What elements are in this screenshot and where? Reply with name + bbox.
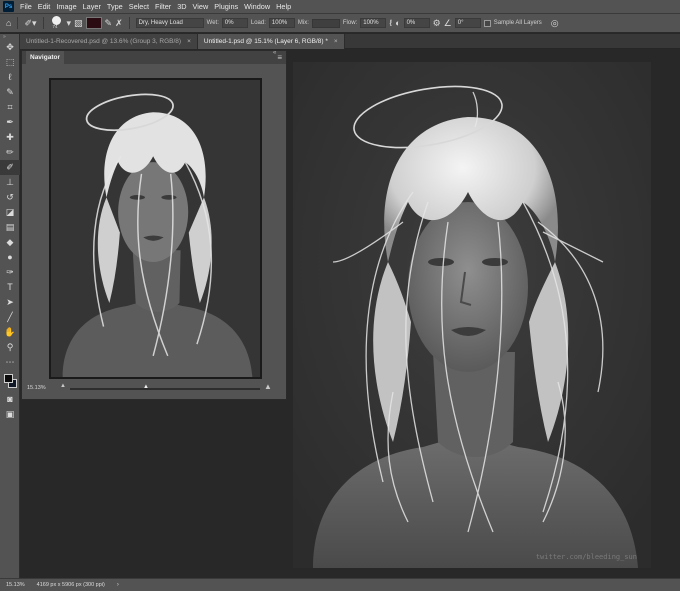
clone-stamp-tool-icon[interactable]: ⊥ (0, 175, 20, 190)
menu-filter[interactable]: Filter (152, 0, 174, 13)
gradient-tool-icon[interactable]: ▤ (0, 220, 20, 235)
menu-image[interactable]: Image (53, 0, 79, 13)
menu-help[interactable]: Help (273, 0, 294, 13)
smoothing-icon[interactable]: ◐ (395, 18, 400, 28)
chevron-down-icon[interactable]: ▾ (67, 18, 72, 28)
home-icon[interactable]: ⌂ (6, 18, 11, 28)
mixer-brush-tool-icon[interactable]: ✐ (0, 160, 20, 175)
flow-label: Flow: (342, 20, 358, 26)
eraser-tool-icon[interactable]: ◪ (0, 205, 20, 220)
mix-input-disabled (311, 18, 340, 28)
tab-label: Untitled-1.psd @ 15.1% (Layer 6, RGB/8) … (203, 38, 328, 45)
status-document-size: 4169 px x 5906 px (300 ppi) (36, 582, 105, 588)
move-tool-icon[interactable]: ✥ (0, 40, 20, 55)
eyedropper-tool-icon[interactable]: ✒ (0, 115, 20, 130)
menu-file[interactable]: File (17, 0, 35, 13)
menu-type[interactable]: Type (104, 0, 126, 13)
options-bar: ⌂ ✐▾ 74 ▾ ▧ ✎ ✗ Dry, Heavy Load Wet: 0% … (0, 13, 680, 33)
zoom-slider-handle[interactable]: ▲ (143, 384, 149, 390)
flow-input[interactable]: 100% (360, 18, 387, 28)
hand-tool-icon[interactable]: ✋ (0, 325, 20, 340)
foreground-color[interactable] (4, 374, 13, 383)
angle-icon[interactable]: ∠ (444, 18, 452, 28)
menu-bar: Ps File Edit Image Layer Type Select Fil… (0, 0, 680, 13)
divider (128, 17, 130, 29)
sample-all-layers-checkbox[interactable] (483, 19, 491, 27)
brush-tool-icon[interactable]: ✏ (0, 145, 20, 160)
zoom-in-icon[interactable]: ▲ (264, 382, 272, 391)
artwork-portrait: twitter.com/bleeding_sun (293, 62, 651, 568)
navigator-panel: Navigator ≡ 15.13% ▲ ▲ ▲ (21, 50, 287, 400)
document-canvas[interactable]: twitter.com/bleeding_sun (293, 62, 651, 568)
menu-edit[interactable]: Edit (35, 0, 54, 13)
photoshop-logo[interactable]: Ps (3, 1, 14, 12)
current-brush-load-swatch[interactable] (85, 17, 102, 29)
tab-untitled-1[interactable]: Untitled-1.psd @ 15.1% (Layer 6, RGB/8) … (197, 34, 345, 49)
blur-tool-icon[interactable]: ◆ (0, 235, 20, 250)
dodge-tool-icon[interactable]: ● (0, 250, 20, 265)
pen-tool-icon[interactable]: ✑ (0, 265, 20, 280)
wet-input[interactable]: 0% (221, 18, 248, 28)
navigator-header: Navigator ≡ (22, 51, 286, 64)
blend-combination-select[interactable]: Dry, Heavy Load (135, 18, 204, 28)
screen-mode-icon[interactable]: ▣ (0, 407, 20, 422)
status-bar: 15.13% 4169 px x 5906 px (300 ppi) › (0, 578, 680, 591)
navigator-zoom-value[interactable]: 15.13% (27, 385, 46, 391)
mixer-brush-preset-icon[interactable]: ✐▾ (24, 18, 36, 28)
airbrush-icon[interactable]: ℓ (389, 18, 392, 28)
load-brush-icon[interactable]: ✎ (105, 18, 113, 28)
document-tab-bar: Untitled-1-Recovered.psd @ 13.6% (Group … (20, 34, 680, 49)
mix-label: Mix: (297, 20, 309, 26)
panel-collapse-icon[interactable]: « (273, 50, 276, 56)
panel-menu-icon[interactable]: ≡ (277, 53, 282, 62)
load-label: Load: (250, 20, 266, 26)
crop-tool-icon[interactable]: ⌗ (0, 100, 20, 115)
tools-panel: » ✥ ⬚ ℓ ✎ ⌗ ✒ ✚ ✏ ✐ ⊥ ↺ ◪ ▤ ◆ ● ✑ T ➤ ╱ ✋ ⚲ ⋯ ◙ ▣ (0, 34, 20, 578)
close-icon[interactable]: × (187, 34, 191, 49)
smoothing-input[interactable]: 0% (403, 18, 430, 28)
tab-untitled-1-recovered[interactable]: Untitled-1-Recovered.psd @ 13.6% (Group … (20, 34, 198, 49)
menu-3d[interactable]: 3D (174, 0, 189, 13)
zoom-slider-track[interactable] (70, 388, 260, 390)
close-icon[interactable]: × (334, 34, 338, 49)
load-input[interactable]: 100% (268, 18, 295, 28)
navigator-title[interactable]: Navigator (26, 51, 64, 64)
navigator-thumbnail[interactable] (49, 78, 262, 379)
brush-preset-picker[interactable]: 74 (50, 16, 64, 30)
menu-window[interactable]: Window (241, 0, 273, 13)
more-tools-icon[interactable]: ⋯ (0, 355, 20, 370)
healing-tool-icon[interactable]: ✚ (0, 130, 20, 145)
navigator-preview-image (51, 80, 260, 377)
angle-input[interactable]: 0° (454, 18, 481, 28)
color-swatches[interactable] (0, 370, 20, 392)
status-zoom[interactable]: 15.13% (6, 582, 25, 588)
menu-plugins[interactable]: Plugins (211, 0, 241, 13)
line-tool-icon[interactable]: ╱ (0, 310, 20, 325)
quick-select-tool-icon[interactable]: ✎ (0, 85, 20, 100)
marquee-tool-icon[interactable]: ⬚ (0, 55, 20, 70)
brush-size-value: 74 (52, 24, 58, 29)
watermark-text: twitter.com/bleeding_sun (536, 553, 637, 561)
quick-mask-icon[interactable]: ◙ (0, 392, 20, 407)
gear-icon[interactable]: ⚙ (433, 18, 441, 28)
wet-label: Wet: (206, 20, 219, 26)
history-brush-tool-icon[interactable]: ↺ (0, 190, 20, 205)
menu-layer[interactable]: Layer (80, 0, 104, 13)
lasso-tool-icon[interactable]: ℓ (0, 70, 20, 85)
menu-view[interactable]: View (190, 0, 212, 13)
brush-settings-icon[interactable]: ▧ (74, 18, 83, 28)
clean-brush-icon[interactable]: ✗ (115, 18, 123, 28)
sample-all-layers-label: Sample All Layers (493, 20, 542, 26)
zoom-tool-icon[interactable]: ⚲ (0, 340, 20, 355)
zoom-out-icon[interactable]: ▲ (60, 383, 66, 389)
menu-select[interactable]: Select (126, 0, 152, 13)
divider (17, 17, 19, 29)
pressure-icon[interactable]: ◎ (551, 18, 559, 28)
type-tool-icon[interactable]: T (0, 280, 20, 295)
status-menu-arrow-icon[interactable]: › (117, 582, 119, 588)
divider (42, 17, 44, 29)
tab-label: Untitled-1-Recovered.psd @ 13.6% (Group … (26, 38, 182, 45)
path-select-tool-icon[interactable]: ➤ (0, 295, 20, 310)
